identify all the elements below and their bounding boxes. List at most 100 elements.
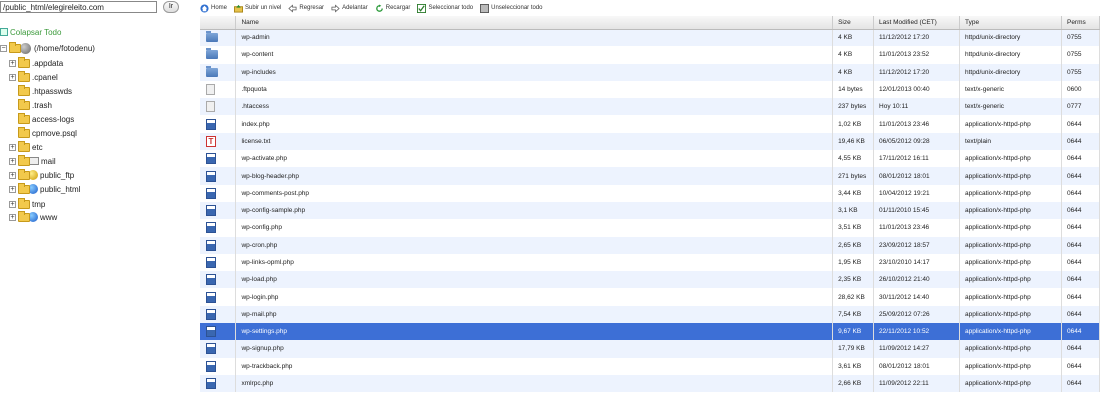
table-row[interactable]: .htaccess 237 bytes Hoy 10:11 text/x-generi… [200, 98, 1100, 116]
file-perms[interactable]: 0644 [1061, 115, 1100, 133]
table-row[interactable]: Tlicense.txt 19,46 KB 06/05/2012 09:28 text… [200, 132, 1100, 151]
tree-item-public-ftp[interactable]: + public_ftp [9, 168, 74, 181]
table-row[interactable]: wp-signup.php 17,79 KB 11/09/2012 14:27 app… [200, 340, 1100, 358]
file-name[interactable]: wp-settings.php [235, 323, 834, 341]
file-icon-cell[interactable] [200, 46, 237, 64]
file-name[interactable]: wp-load.php [235, 271, 834, 289]
tree-item-cpanel[interactable]: + .cpanel [9, 70, 58, 83]
file-name[interactable]: wp-links-opml.php [235, 253, 834, 272]
table-row[interactable]: wp-login.php 28,62 KB 30/11/2012 14:40 appl… [200, 288, 1100, 306]
table-row-selected[interactable]: wp-settings.php 9,67 KB 22/11/2012 10:52 ap… [200, 323, 1100, 341]
file-perms[interactable]: 0644 [1061, 271, 1100, 289]
go-button[interactable]: Ir [163, 1, 179, 13]
file-name[interactable]: .ftpquota [235, 80, 834, 99]
file-perms[interactable]: 0644 [1061, 357, 1100, 375]
unselect-all-button[interactable]: Unseleccionar todo [480, 3, 543, 13]
file-icon-cell[interactable] [200, 167, 237, 185]
file-name[interactable]: wp-comments-post.php [235, 184, 834, 202]
table-row[interactable]: wp-config.php 3,51 KB 11/01/2013 23:46 appl… [200, 219, 1100, 237]
file-icon-cell[interactable] [200, 98, 237, 116]
file-name[interactable]: .htaccess [235, 98, 834, 116]
table-row[interactable]: wp-admin 4 KB 11/12/2012 17:20 httpd/unix-d… [200, 29, 1100, 47]
column-header-size[interactable]: Size [832, 16, 875, 30]
file-perms[interactable]: 0644 [1061, 253, 1100, 272]
file-name[interactable]: wp-config.php [235, 219, 834, 237]
file-name[interactable]: wp-blog-header.php [235, 167, 834, 185]
file-name[interactable]: wp-signup.php [235, 340, 834, 358]
expand-toggle-icon[interactable]: + [9, 157, 16, 165]
file-icon-cell[interactable]: T [200, 132, 237, 151]
table-row[interactable]: wp-load.php 2,35 KB 26/10/2012 21:40 applic… [200, 271, 1100, 289]
collapse-toggle-icon[interactable]: − [0, 44, 7, 52]
table-row[interactable]: wp-cron.php 2,65 KB 23/09/2012 18:57 applic… [200, 236, 1100, 254]
file-name[interactable]: xmlrpc.php [235, 374, 834, 393]
file-perms[interactable]: 0644 [1061, 305, 1100, 324]
file-perms[interactable]: 0644 [1061, 340, 1100, 358]
file-icon-cell[interactable] [200, 115, 237, 133]
table-row[interactable]: wp-links-opml.php 1,95 KB 23/10/2010 14:17… [200, 253, 1100, 272]
table-row[interactable]: wp-mail.php 7,54 KB 25/09/2012 07:26 applic… [200, 305, 1100, 324]
file-icon-cell[interactable] [200, 80, 237, 99]
file-name[interactable]: wp-config-sample.php [235, 201, 834, 220]
back-button[interactable]: Regresar [288, 4, 324, 13]
tree-item-cpmove[interactable]: cpmove.psql [18, 126, 77, 139]
file-perms[interactable]: 0600 [1061, 80, 1100, 99]
file-perms[interactable]: 0644 [1061, 132, 1100, 151]
file-icon-cell[interactable] [200, 29, 237, 47]
file-perms[interactable]: 0755 [1061, 29, 1100, 47]
file-name[interactable]: wp-trackback.php [235, 357, 834, 375]
expand-toggle-icon[interactable]: + [9, 185, 16, 193]
collapse-all-link[interactable]: Colapsar Todo [0, 27, 61, 37]
file-perms[interactable]: 0644 [1061, 236, 1100, 254]
file-perms[interactable]: 0644 [1061, 219, 1100, 237]
select-all-button[interactable]: Seleccionar todo [417, 3, 473, 13]
home-button[interactable]: Home [200, 3, 227, 13]
file-perms[interactable]: 0644 [1061, 323, 1100, 341]
tree-item-home[interactable]: − (/home/fotodenu) [0, 41, 95, 54]
path-input[interactable] [0, 1, 157, 13]
file-perms[interactable]: 0755 [1061, 63, 1100, 81]
tree-item-trash[interactable]: .trash [18, 98, 52, 111]
column-header-modified[interactable]: Last Modified (CET) [873, 16, 961, 30]
file-perms[interactable]: 0777 [1061, 98, 1100, 116]
tree-item-appdata[interactable]: + .appdata [9, 56, 63, 69]
table-row[interactable]: xmlrpc.php 2,66 KB 11/09/2012 22:11 applica… [200, 374, 1100, 393]
file-name[interactable]: license.txt [235, 132, 834, 151]
column-header-type[interactable]: Type [959, 16, 1062, 30]
file-icon-cell[interactable] [200, 63, 237, 81]
expand-toggle-icon[interactable]: + [9, 171, 16, 179]
file-icon-cell[interactable] [200, 357, 237, 375]
table-row[interactable]: index.php 1,02 KB 11/01/2013 23:46 applicat… [200, 115, 1100, 133]
table-row[interactable]: wp-blog-header.php 271 bytes 08/01/2012 18… [200, 167, 1100, 185]
file-icon-cell[interactable] [200, 271, 237, 289]
file-icon-cell[interactable] [200, 374, 237, 393]
column-header-perms[interactable]: Perms [1061, 16, 1100, 30]
file-icon-cell[interactable] [200, 288, 237, 306]
file-perms[interactable]: 0755 [1061, 46, 1100, 64]
table-row[interactable]: wp-trackback.php 3,61 KB 08/01/2012 18:01 a… [200, 357, 1100, 375]
file-perms[interactable]: 0644 [1061, 184, 1100, 202]
file-name[interactable]: wp-content [235, 46, 834, 64]
file-name[interactable]: wp-admin [235, 29, 834, 47]
table-row[interactable]: wp-config-sample.php 3,1 KB 01/11/2010 15:… [200, 201, 1100, 220]
reload-button[interactable]: Recargar [375, 3, 410, 13]
expand-toggle-icon[interactable]: + [9, 213, 16, 221]
file-perms[interactable]: 0644 [1061, 288, 1100, 306]
table-row[interactable]: wp-content 4 KB 11/01/2013 23:52 httpd/unix… [200, 46, 1100, 64]
tree-item-mail[interactable]: + mail [9, 154, 56, 167]
file-icon-cell[interactable] [200, 323, 237, 341]
file-name[interactable]: wp-activate.php [235, 150, 834, 168]
tree-item-tmp[interactable]: + tmp [9, 197, 45, 210]
expand-toggle-icon[interactable]: + [9, 143, 16, 151]
tree-item-www[interactable]: + www [9, 210, 57, 223]
expand-toggle-icon[interactable]: + [9, 73, 16, 81]
file-icon-cell[interactable] [200, 219, 237, 237]
file-name[interactable]: wp-includes [235, 63, 834, 81]
file-name[interactable]: index.php [235, 115, 834, 133]
file-name[interactable]: wp-mail.php [235, 305, 834, 324]
tree-item-public-html[interactable]: + public_html [9, 182, 80, 195]
column-header-name[interactable]: Name [235, 16, 834, 30]
file-icon-cell[interactable] [200, 150, 237, 168]
table-row[interactable]: wp-includes 4 KB 11/12/2012 17:20 httpd/uni… [200, 63, 1100, 81]
file-perms[interactable]: 0644 [1061, 167, 1100, 185]
